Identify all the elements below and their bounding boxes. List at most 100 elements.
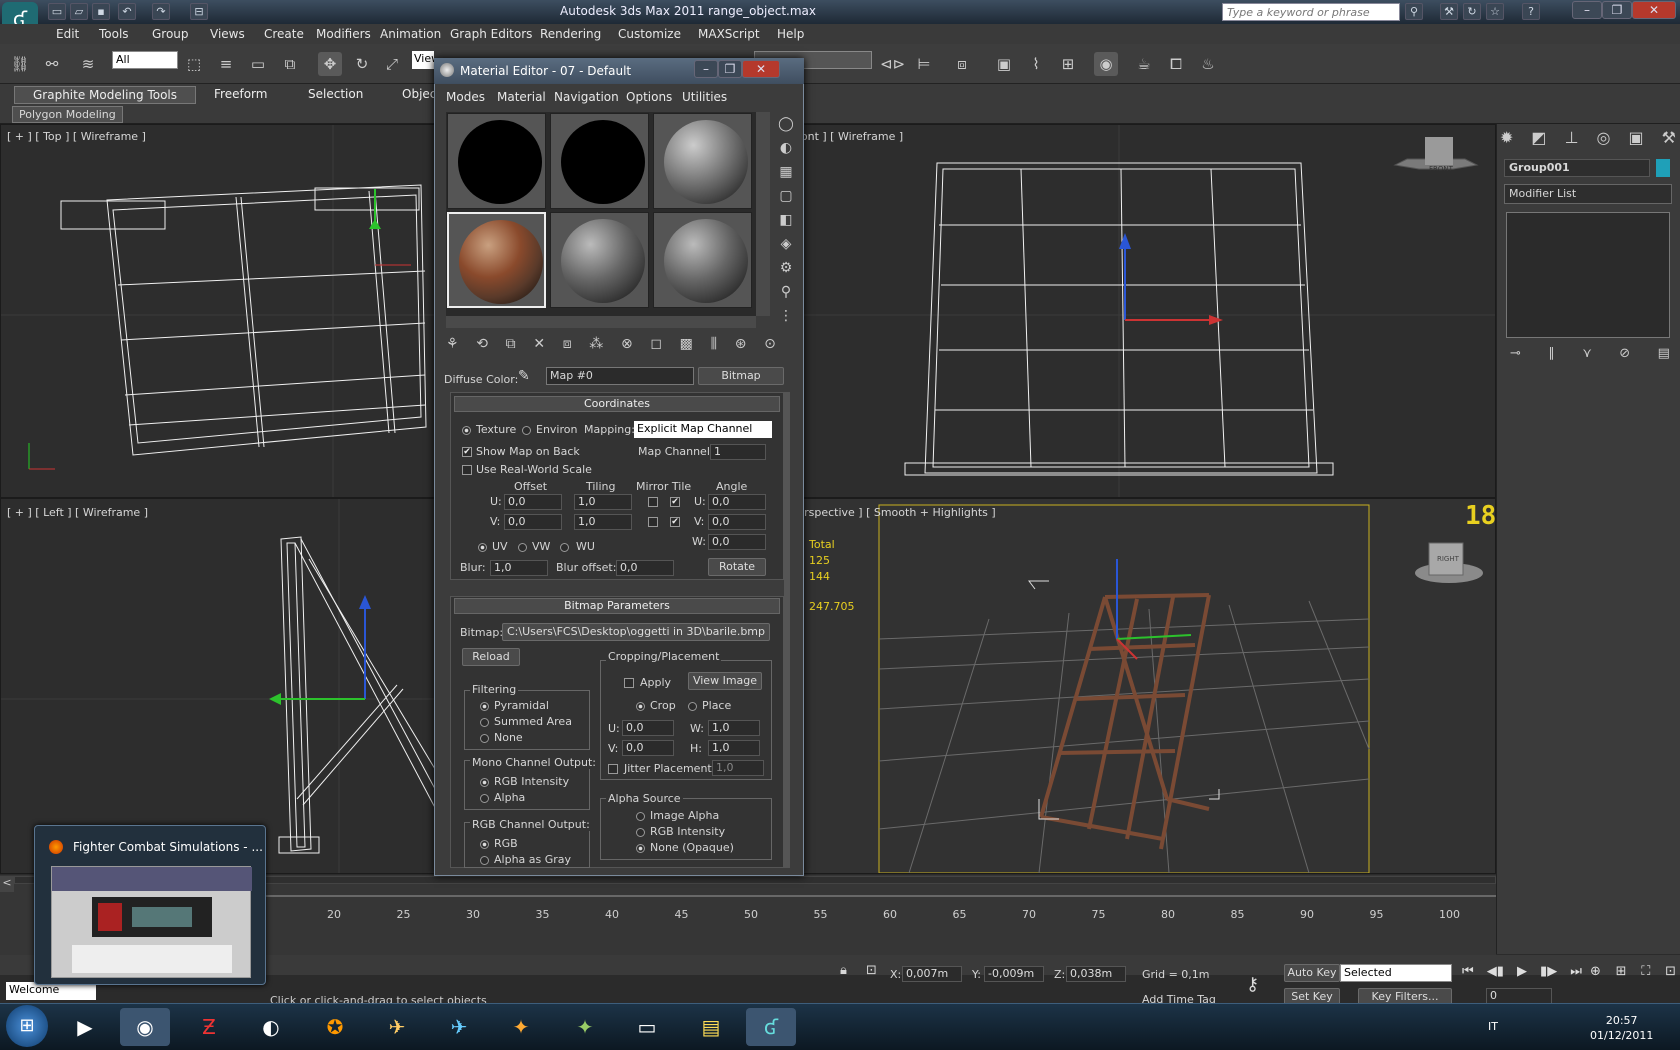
link-icon[interactable]: ⛓ — [8, 52, 32, 76]
coordinates-rollout-header[interactable]: Coordinates — [454, 396, 780, 412]
u-angle-spinner[interactable]: 0,0 — [708, 494, 766, 510]
tab-graphite-modeling-tools[interactable]: Graphite Modeling Tools — [14, 86, 197, 104]
play-icon[interactable]: ▶ — [1517, 964, 1527, 979]
unlink-icon[interactable]: ⚯ — [40, 52, 64, 76]
menu-maxscript[interactable]: MAXScript — [698, 27, 760, 41]
graphite-toggle-icon[interactable]: ▣ — [992, 52, 1016, 76]
blur-offset-spinner[interactable]: 0,0 — [616, 560, 674, 576]
crop-v-spinner[interactable]: 0,0 — [622, 740, 674, 756]
u-tile-checkbox[interactable]: ✔ — [670, 497, 680, 507]
v-tiling-spinner[interactable]: 1,0 — [574, 514, 632, 530]
menu-create[interactable]: Create — [264, 27, 304, 41]
none-opaque-radio[interactable] — [636, 844, 645, 853]
go-forward-sibling-icon[interactable]: ⊙ — [764, 336, 776, 360]
put-to-library-icon[interactable]: ⊗ — [621, 336, 633, 360]
wu-radio[interactable] — [560, 543, 569, 552]
hierarchy-tab-icon[interactable]: ⊥ — [1565, 128, 1579, 152]
reload-button[interactable]: Reload — [462, 648, 520, 666]
go-to-parent-icon[interactable]: ⊛ — [735, 336, 747, 360]
taskbar-game2-icon[interactable]: ✦ — [560, 1008, 610, 1046]
lock-selection-icon[interactable]: 🔒︎ — [840, 963, 847, 978]
show-end-result-material-icon[interactable]: ⫼ — [711, 336, 717, 360]
rendered-frame-window-icon[interactable]: ⧠ — [1164, 52, 1188, 76]
sample-slots-vscroll[interactable] — [756, 112, 770, 316]
communication-icon[interactable]: ↻ — [1463, 3, 1481, 20]
menu-modifiers[interactable]: Modifiers — [316, 27, 371, 41]
pin-stack-icon[interactable]: ⊸ — [1510, 346, 1521, 361]
taskbar-3dsmax-icon[interactable]: ʛ — [746, 1008, 796, 1046]
show-end-result-icon[interactable]: ∥ — [1548, 346, 1555, 361]
put-material-to-scene-icon[interactable]: ⟲ — [476, 336, 488, 360]
tab-selection[interactable]: Selection — [290, 86, 381, 104]
go-to-start-icon[interactable]: ⏮ — [1462, 964, 1474, 979]
modifier-stack[interactable] — [1506, 212, 1670, 338]
tab-freeform[interactable]: Freeform — [196, 86, 285, 104]
view-image-button[interactable]: View Image — [688, 672, 762, 690]
absolute-mode-icon[interactable]: ⊡ — [866, 963, 877, 978]
project-folder-icon[interactable]: ⊟ — [190, 3, 208, 20]
material-editor-icon[interactable]: ◉ — [1094, 52, 1118, 76]
v-tile-checkbox[interactable]: ✔ — [670, 517, 680, 527]
sample-uv-tiling-icon[interactable]: ▢ — [774, 184, 798, 208]
med-menu-navigation[interactable]: Navigation — [554, 90, 619, 104]
menu-group[interactable]: Group — [152, 27, 189, 41]
bitmap-parameters-header[interactable]: Bitmap Parameters — [454, 598, 780, 614]
copy-material-icon[interactable]: ⧈ — [563, 336, 572, 360]
taskbar-filezilla-icon[interactable]: Ƶ — [184, 1008, 234, 1046]
select-and-scale-icon[interactable]: ⤢ — [380, 52, 404, 76]
selection-filter-dropdown[interactable]: All — [112, 51, 178, 69]
material-editor-scrollbar[interactable] — [784, 392, 790, 868]
menu-customize[interactable]: Customize — [618, 27, 681, 41]
med-menu-modes[interactable]: Modes — [446, 90, 485, 104]
timeline-ruler[interactable] — [260, 888, 1496, 904]
sample-slot-1[interactable] — [447, 113, 546, 209]
texture-radio[interactable] — [462, 426, 471, 435]
save-icon[interactable]: ▪ — [92, 3, 110, 20]
open-file-icon[interactable]: ▱ — [70, 3, 88, 20]
viewcube-front-label[interactable]: FRONT — [1429, 165, 1453, 173]
summed-area-radio[interactable] — [480, 718, 489, 727]
u-mirror-checkbox[interactable] — [648, 497, 658, 507]
modify-tab-icon[interactable]: ◩ — [1531, 128, 1546, 152]
crop-w-spinner[interactable]: 1,0 — [708, 720, 760, 736]
modifier-list-dropdown[interactable]: Modifier List — [1504, 184, 1672, 204]
taskbar-firefox-icon[interactable]: ◉ — [120, 1008, 170, 1046]
firefox-taskbar-preview[interactable]: Fighter Combat Simulations - ... — [34, 825, 266, 985]
w-angle-spinner[interactable]: 0,0 — [708, 534, 766, 550]
current-frame-field[interactable]: 0 — [1486, 988, 1552, 1004]
blur-spinner[interactable]: 1,0 — [490, 560, 548, 576]
utilities-tab-icon[interactable]: ⚒ — [1662, 128, 1676, 152]
rgb-radio[interactable] — [480, 840, 489, 849]
align-icon[interactable]: ⊨ — [912, 52, 936, 76]
jitter-placement-spinner[interactable]: 1,0 — [712, 760, 764, 776]
sample-slots-hscroll[interactable] — [446, 316, 756, 328]
crop-h-spinner[interactable]: 1,0 — [708, 740, 760, 756]
map-channel-spinner[interactable]: 1 — [710, 444, 766, 460]
redo-icon[interactable]: ↷ — [152, 3, 170, 20]
none-filter-radio[interactable] — [480, 734, 489, 743]
place-radio[interactable] — [688, 702, 697, 711]
vw-radio[interactable] — [518, 543, 527, 552]
crop-u-spinner[interactable]: 0,0 — [622, 720, 674, 736]
maximize-button[interactable]: ❐ — [1602, 1, 1632, 19]
next-frame-icon[interactable]: ▮▶ — [1540, 964, 1557, 979]
make-unique-material-icon[interactable]: ⁂ — [589, 336, 603, 360]
viewport-label-top[interactable]: [ + ] [ Top ] [ Wireframe ] — [7, 130, 146, 143]
med-minimize-button[interactable]: – — [694, 60, 718, 78]
jitter-placement-checkbox[interactable] — [608, 764, 618, 774]
v-mirror-checkbox[interactable] — [648, 517, 658, 527]
crop-radio[interactable] — [636, 702, 645, 711]
rectangular-selection-icon[interactable]: ▭ — [246, 52, 270, 76]
previous-frame-icon[interactable]: ◀▮ — [1487, 964, 1504, 979]
eyedropper-icon[interactable]: ✎ — [518, 368, 530, 384]
curve-editor-icon[interactable]: ⌇ — [1024, 52, 1048, 76]
binoculars-icon[interactable]: ⚲ — [1405, 3, 1423, 20]
viewport-front[interactable]: FRONT [ + ] [ Front ] [ Wireframe ] — [748, 124, 1496, 498]
zoom-extents-all-icon[interactable]: ⊡ — [1665, 964, 1676, 979]
menu-edit[interactable]: Edit — [56, 27, 79, 41]
auto-key-button[interactable]: Auto Key — [1284, 964, 1340, 982]
taskbar-monitor-icon[interactable]: ▭ — [622, 1008, 672, 1046]
search-input[interactable]: Type a keyword or phrase — [1222, 3, 1400, 21]
taskbar-flight-sim-icon[interactable]: ✪ — [310, 1008, 360, 1046]
reference-coord-dropdown[interactable]: View — [412, 51, 434, 69]
